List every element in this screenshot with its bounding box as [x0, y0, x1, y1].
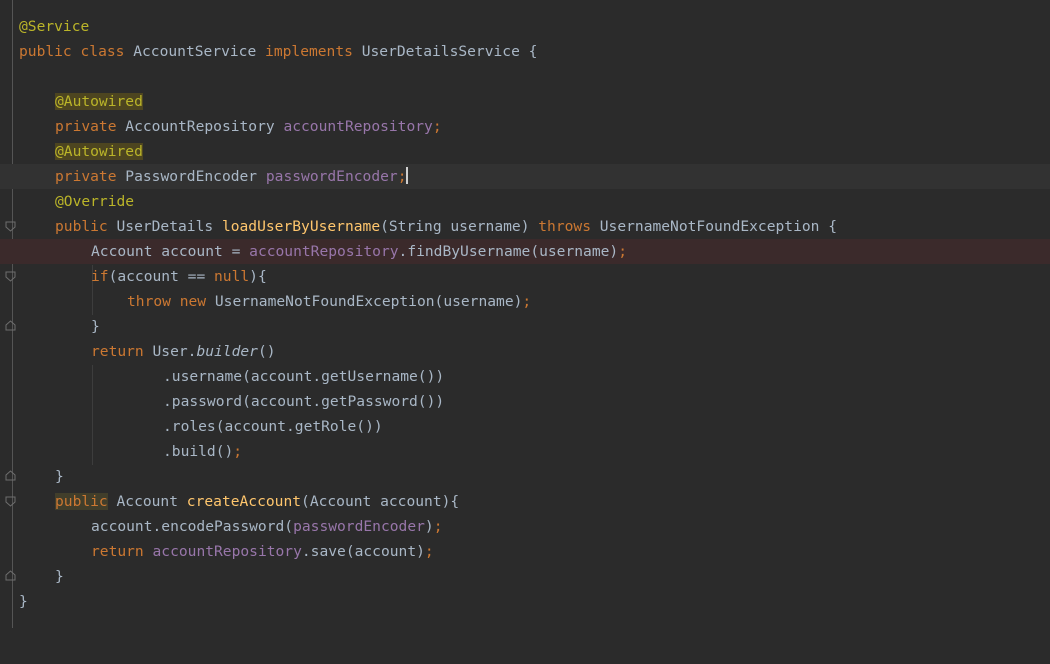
keyword-token: return: [91, 543, 144, 560]
code-line[interactable]: @Autowired: [0, 139, 1050, 164]
keyword-token: throw: [127, 293, 171, 310]
keyword-token: private: [55, 168, 117, 185]
text-token: }: [91, 318, 100, 335]
text-token: (account ==: [108, 268, 215, 285]
text-token: UserDetails: [107, 218, 222, 235]
code-line[interactable]: @Service: [0, 14, 1050, 39]
field-token: passwordEncoder: [265, 168, 398, 185]
code-line-current[interactable]: private PasswordEncoder passwordEncoder;: [0, 164, 1050, 189]
field-token: accountRepository: [283, 118, 433, 135]
text-token: .build(): [163, 443, 234, 460]
punctuation-token: ;: [618, 243, 627, 260]
text-token: (): [257, 343, 276, 360]
keyword-token: new: [179, 293, 207, 310]
keyword-token: throws: [538, 218, 591, 235]
text-token: }: [19, 593, 28, 610]
code-line[interactable]: }: [0, 464, 1050, 489]
text-token: Account: [107, 493, 187, 510]
text-token: UserDetailsService {: [352, 43, 538, 60]
field-token: passwordEncoder: [293, 518, 425, 535]
code-line[interactable]: }: [0, 564, 1050, 589]
text-token: AccountService: [124, 43, 266, 60]
static-method-token: builder: [196, 343, 258, 360]
punctuation-token: ;: [433, 518, 443, 535]
annotation-token: @Service: [19, 18, 90, 35]
field-token: accountRepository: [152, 543, 302, 560]
code-line[interactable]: account.encodePassword(passwordEncoder);: [0, 514, 1050, 539]
code-line[interactable]: return accountRepository.save(account);: [0, 539, 1050, 564]
keyword-token: if: [91, 268, 109, 285]
code-line[interactable]: public UserDetails loadUserByUsername(St…: [0, 214, 1050, 239]
punctuation-token: ;: [397, 168, 407, 185]
code-line[interactable]: }: [0, 314, 1050, 339]
annotation-token: @Autowired: [55, 93, 143, 110]
keyword-token: implements: [265, 43, 353, 60]
text-token: AccountRepository: [116, 118, 284, 135]
text-token: Account account =: [91, 243, 250, 260]
code-line[interactable]: private AccountRepository accountReposit…: [0, 114, 1050, 139]
code-line[interactable]: }: [0, 589, 1050, 614]
code-line[interactable]: [0, 64, 1050, 89]
text-token: UsernameNotFoundException {: [590, 218, 837, 235]
method-declaration-token: loadUserByUsername: [221, 218, 381, 235]
text-token: account.encodePassword(: [91, 518, 294, 535]
annotation-token: @Autowired: [55, 143, 143, 160]
keyword-token: public: [55, 493, 108, 510]
text-cursor: [406, 167, 409, 184]
text-token: (String username): [380, 218, 539, 235]
code-line[interactable]: throw new UsernameNotFoundException(user…: [0, 289, 1050, 314]
code-line[interactable]: public Account createAccount(Account acc…: [0, 489, 1050, 514]
annotation-token: @Override: [55, 193, 135, 210]
text-token: ): [424, 518, 434, 535]
text-token: .username(account.getUsername()): [163, 368, 445, 385]
text-token: (Account account){: [301, 493, 460, 510]
code-line[interactable]: .roles(account.getRole()): [0, 414, 1050, 439]
code-line[interactable]: public class AccountService implements U…: [0, 39, 1050, 64]
code-line[interactable]: .password(account.getPassword()): [0, 389, 1050, 414]
keyword-token: return: [91, 343, 144, 360]
code-line[interactable]: .build();: [0, 439, 1050, 464]
text-token: .findByUsername(username): [398, 243, 619, 260]
code-line-breakpoint[interactable]: Account account = accountRepository.find…: [0, 239, 1050, 264]
punctuation-token: ;: [432, 118, 442, 135]
text-token: .password(account.getPassword()): [163, 393, 445, 410]
text-token: .save(account): [301, 543, 425, 560]
keyword-token: public: [19, 43, 72, 60]
keyword-token: public: [55, 218, 108, 235]
code-editor[interactable]: @Service public class AccountService imp…: [0, 0, 1050, 628]
code-line[interactable]: @Autowired: [0, 89, 1050, 114]
keyword-token: private: [55, 118, 117, 135]
method-declaration-token: createAccount: [186, 493, 302, 510]
keyword-token: class: [80, 43, 125, 60]
code-line[interactable]: @Override: [0, 189, 1050, 214]
keyword-token: null: [214, 268, 250, 285]
code-line[interactable]: .username(account.getUsername()): [0, 364, 1050, 389]
text-token: ){: [249, 268, 267, 285]
text-token: }: [55, 468, 64, 485]
text-token: User.: [143, 343, 197, 360]
code-line[interactable]: return User.builder(): [0, 339, 1050, 364]
field-token: accountRepository: [249, 243, 399, 260]
text-token: }: [55, 568, 64, 585]
code-line[interactable]: if(account == null){: [0, 264, 1050, 289]
punctuation-token: ;: [424, 543, 434, 560]
text-token: UsernameNotFoundException(username): [206, 293, 523, 310]
punctuation-token: ;: [233, 443, 243, 460]
punctuation-token: ;: [522, 293, 532, 310]
text-token: PasswordEncoder: [116, 168, 266, 185]
text-token: .roles(account.getRole()): [163, 418, 383, 435]
